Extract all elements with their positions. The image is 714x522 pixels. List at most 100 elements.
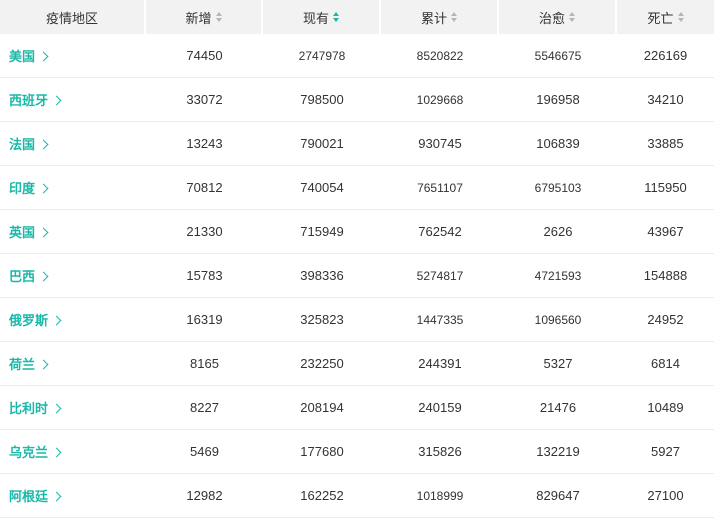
cell-current: 2747978	[298, 48, 346, 63]
cell-current: 177680	[300, 444, 344, 459]
chevron-right-icon	[51, 403, 62, 413]
cell-dead: 10489	[647, 400, 684, 415]
sort-down-icon	[569, 18, 575, 22]
cell-new: 70812	[186, 180, 223, 195]
cell-dead: 34210	[647, 92, 684, 107]
sort-icon[interactable]	[333, 12, 339, 22]
table-row: 印度 70812 740054 7651107 6795103 115950	[0, 166, 714, 210]
table-row: 英国 21330 715949 762542 2626 43967	[0, 210, 714, 254]
cell-new: 33072	[186, 92, 223, 107]
cell-total: 1447335	[416, 312, 464, 327]
cell-new: 8227	[190, 400, 219, 415]
table-row: 荷兰 8165 232250 244391 5327 6814	[0, 342, 714, 386]
cell-total: 7651107	[417, 180, 463, 195]
table-row: 俄罗斯 16319 325823 1447335 1096560 24952	[0, 298, 714, 342]
region-link[interactable]: 荷兰	[0, 342, 146, 385]
cell-total: 762542	[418, 224, 462, 239]
column-header-dead[interactable]: 死亡	[617, 0, 714, 34]
chevron-right-icon	[38, 139, 49, 149]
cell-total: 8520822	[416, 48, 464, 63]
cell-current: 798500	[300, 92, 344, 107]
region-name: 巴西	[9, 269, 36, 284]
region-link[interactable]: 法国	[0, 122, 146, 165]
cell-dead: 24952	[647, 312, 684, 327]
cell-total: 5274817	[416, 268, 464, 283]
chevron-right-icon	[51, 315, 62, 325]
chevron-right-icon	[38, 227, 49, 237]
cell-new: 74450	[186, 48, 223, 63]
cell-current: 232250	[300, 356, 344, 371]
cell-cured: 132219	[536, 444, 580, 459]
sort-icon[interactable]	[677, 12, 684, 22]
region-link[interactable]: 阿根廷	[0, 474, 146, 517]
cell-cured: 5546675	[534, 48, 582, 63]
region-link[interactable]: 乌克兰	[0, 430, 146, 473]
cell-new: 5469	[190, 444, 219, 459]
sort-icon[interactable]	[215, 12, 222, 22]
cell-total: 315826	[418, 444, 462, 459]
region-link[interactable]: 俄罗斯	[0, 298, 146, 341]
cell-cured: 4721593	[534, 268, 582, 283]
column-header-new[interactable]: 新增	[146, 0, 263, 34]
sort-down-icon	[677, 18, 684, 22]
column-header-total[interactable]: 累计	[381, 0, 499, 34]
column-header-current[interactable]: 现有	[263, 0, 381, 34]
chevron-right-icon	[38, 183, 49, 193]
column-header-label: 新增	[185, 10, 212, 26]
cell-total: 1029668	[416, 92, 464, 107]
cell-dead: 33885	[647, 136, 684, 151]
region-name: 比利时	[9, 401, 49, 416]
column-header-label: 现有	[302, 10, 329, 26]
region-name: 阿根廷	[9, 489, 49, 504]
sort-up-icon	[451, 12, 457, 16]
column-header-cured[interactable]: 治愈	[499, 0, 617, 34]
cell-cured: 1096560	[534, 312, 582, 327]
table-row: 美国 74450 2747978 8520822 5546675 226169	[0, 34, 714, 78]
sort-icon[interactable]	[451, 12, 457, 22]
sort-up-icon	[677, 12, 684, 16]
cell-total: 240159	[418, 400, 462, 415]
region-link[interactable]: 巴西	[0, 254, 146, 297]
table-row: 比利时 8227 208194 240159 21476 10489	[0, 386, 714, 430]
cell-new: 13243	[186, 136, 223, 151]
chevron-right-icon	[51, 491, 62, 501]
cell-cured: 829647	[536, 488, 580, 503]
cell-current: 208194	[300, 400, 344, 415]
region-name: 法国	[9, 137, 36, 152]
region-link[interactable]: 英国	[0, 210, 146, 253]
region-name: 英国	[9, 225, 36, 240]
chevron-right-icon	[38, 271, 49, 281]
cell-dead: 226169	[643, 48, 688, 63]
cell-dead: 43967	[647, 224, 684, 239]
sort-up-icon	[569, 12, 575, 16]
sort-down-icon	[451, 18, 457, 22]
cell-new: 16319	[186, 312, 223, 327]
epidemic-region-table: 疫情地区 新增 现有 累计 治愈 死亡 美国 74450 2747978 852…	[0, 0, 714, 518]
cell-cured: 6795103	[534, 180, 582, 195]
chevron-right-icon	[38, 51, 49, 61]
sort-down-icon	[215, 18, 222, 22]
region-link[interactable]: 印度	[0, 166, 146, 209]
region-name: 印度	[9, 181, 36, 196]
cell-new: 21330	[186, 224, 223, 239]
cell-dead: 27100	[647, 488, 684, 503]
table-row: 法国 13243 790021 930745 106839 33885	[0, 122, 714, 166]
cell-dead: 115950	[644, 180, 687, 195]
cell-current: 398336	[300, 268, 344, 283]
cell-dead: 6814	[651, 356, 680, 371]
sort-up-icon	[333, 12, 339, 16]
cell-cured: 5327	[543, 356, 573, 371]
cell-current: 162252	[300, 488, 344, 503]
cell-dead: 154888	[643, 268, 688, 283]
sort-icon[interactable]	[569, 12, 575, 22]
cell-total: 244391	[418, 356, 462, 371]
cell-current: 740054	[300, 180, 344, 195]
table-row: 西班牙 33072 798500 1029668 196958 34210	[0, 78, 714, 122]
region-link[interactable]: 比利时	[0, 386, 146, 429]
column-header-label: 疫情地区	[45, 10, 98, 26]
region-name: 荷兰	[9, 357, 36, 372]
cell-current: 715949	[300, 224, 344, 239]
cell-total: 930745	[418, 136, 462, 151]
region-link[interactable]: 西班牙	[0, 78, 146, 121]
region-link[interactable]: 美国	[0, 34, 146, 77]
